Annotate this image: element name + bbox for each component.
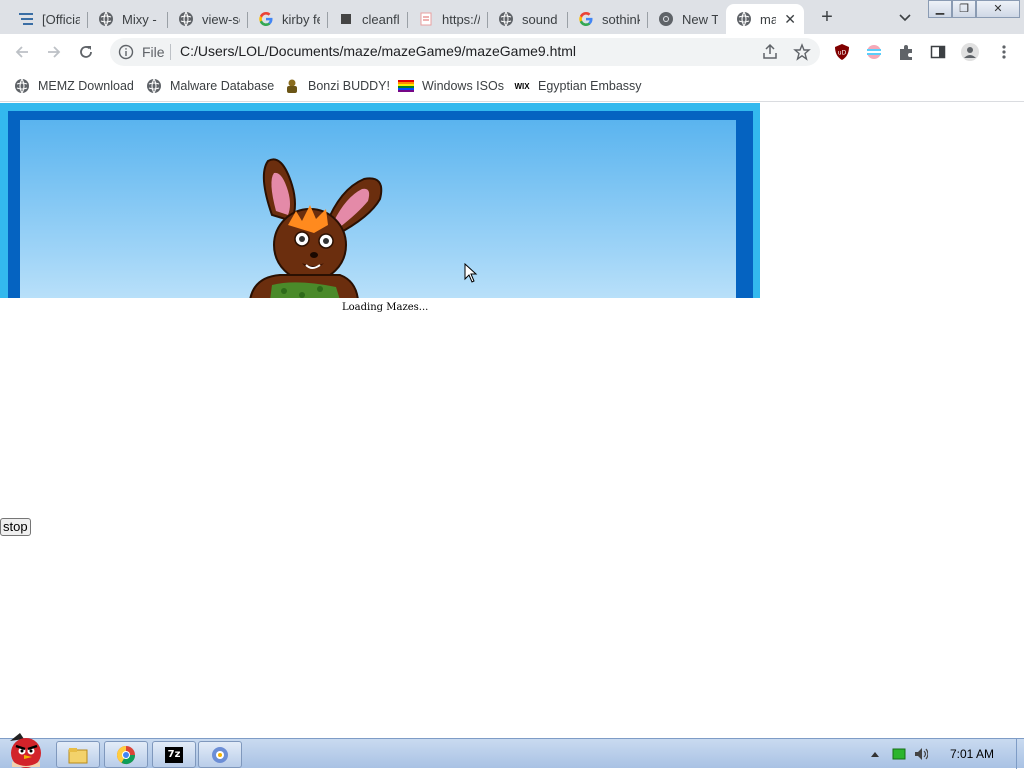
show-desktop-button[interactable] bbox=[1016, 739, 1024, 769]
tab-strip: [Officia Mixy - view-sc kirby fe cleanfl… bbox=[0, 0, 1024, 34]
google-icon bbox=[578, 11, 594, 27]
clock-time[interactable]: 7:01 AM bbox=[950, 747, 994, 761]
bookmark-bonzi-buddy[interactable]: Bonzi BUDDY! bbox=[284, 76, 390, 96]
7zip-icon[interactable]: 7z bbox=[152, 741, 196, 768]
address-separator bbox=[170, 44, 171, 60]
globe-icon bbox=[736, 11, 752, 27]
bookmark-label: Windows ISOs bbox=[422, 79, 504, 93]
ublock-icon[interactable]: uD bbox=[832, 42, 852, 62]
volume-icon[interactable] bbox=[914, 747, 928, 761]
page-content: Loading Mazes... stop bbox=[0, 103, 1024, 738]
side-panel-icon[interactable] bbox=[928, 42, 948, 62]
tab-title: sound bbox=[522, 11, 558, 27]
back-arrow-icon[interactable] bbox=[12, 42, 32, 62]
stop-button[interactable]: stop bbox=[0, 518, 31, 536]
page-icon bbox=[418, 11, 434, 27]
mouse-cursor-icon bbox=[464, 263, 478, 283]
globe-icon bbox=[498, 11, 514, 27]
tab-title: ma bbox=[760, 11, 777, 27]
tab-title: kirby fe bbox=[282, 11, 320, 27]
forward-arrow-icon[interactable] bbox=[44, 42, 64, 62]
close-window-button[interactable]: ✕ bbox=[976, 0, 1020, 18]
windows-flag-icon bbox=[398, 78, 414, 94]
chrome-icon bbox=[658, 11, 674, 27]
bookmark-label: Malware Database bbox=[170, 79, 275, 93]
bookmark-label: Bonzi BUDDY! bbox=[308, 79, 390, 93]
bookmark-windows-isos[interactable]: Windows ISOs bbox=[398, 76, 504, 96]
globe-icon bbox=[98, 11, 114, 27]
bookmark-label: Egyptian Embassy bbox=[538, 79, 642, 93]
list-icon bbox=[18, 11, 34, 27]
tab-sound[interactable]: sound bbox=[488, 4, 568, 34]
share-icon[interactable] bbox=[760, 42, 780, 62]
tab-cleanflash[interactable]: cleanfla bbox=[328, 4, 408, 34]
wix-icon: WIX bbox=[514, 81, 530, 91]
tab-https[interactable]: https:// bbox=[408, 4, 488, 34]
bonzi-icon bbox=[284, 78, 300, 94]
bookmark-egyptian-embassy[interactable]: WIX Egyptian Embassy bbox=[514, 76, 642, 96]
tab-view-source[interactable]: view-sc bbox=[168, 4, 248, 34]
globe-icon bbox=[146, 78, 162, 94]
angry-bird-start-icon[interactable] bbox=[2, 731, 50, 769]
svg-text:uD: uD bbox=[838, 50, 847, 57]
scheme-label: File bbox=[142, 44, 165, 60]
url-text[interactable]: C:/Users/LOL/Documents/maze/mazeGame9/ma… bbox=[180, 43, 576, 59]
tab-kirby[interactable]: kirby fe bbox=[248, 4, 328, 34]
bookmark-label: MEMZ Download bbox=[38, 79, 134, 93]
menu-kebab-icon[interactable] bbox=[994, 42, 1014, 62]
square-icon bbox=[338, 11, 354, 27]
reload-icon[interactable] bbox=[76, 42, 96, 62]
globe-icon bbox=[14, 78, 30, 94]
extension-flag-icon[interactable] bbox=[864, 42, 884, 62]
tab-mixy[interactable]: Mixy - bbox=[88, 4, 168, 34]
minimize-button[interactable]: ▁ bbox=[928, 0, 952, 18]
tab-maze-active[interactable]: ma ✕ bbox=[726, 4, 804, 34]
show-hidden-icons-icon[interactable] bbox=[868, 747, 882, 761]
tab-title: [Officia bbox=[42, 11, 80, 27]
tab-search-chevron-icon[interactable] bbox=[896, 8, 914, 26]
tab-title: cleanfla bbox=[362, 11, 400, 27]
extensions-puzzle-icon[interactable] bbox=[896, 42, 916, 62]
windows-taskbar: 7z 7:01 AM bbox=[0, 733, 1024, 769]
tab-title: view-sc bbox=[202, 11, 240, 27]
battery-icon[interactable] bbox=[892, 747, 906, 761]
tab-title: sothink bbox=[602, 11, 640, 27]
app-icon[interactable] bbox=[198, 741, 242, 768]
loading-status-text: Loading Mazes... bbox=[342, 302, 429, 313]
tab-new-tab[interactable]: New Ta bbox=[648, 4, 726, 34]
google-icon bbox=[258, 11, 274, 27]
bunny-character-image bbox=[249, 158, 383, 298]
profile-avatar-icon[interactable] bbox=[960, 42, 980, 62]
explorer-icon[interactable] bbox=[56, 741, 100, 768]
restore-button[interactable]: ❐ bbox=[952, 0, 976, 18]
bookmark-memz[interactable]: MEMZ Download bbox=[14, 76, 134, 96]
tab-sothink[interactable]: sothink bbox=[568, 4, 648, 34]
tab-officia[interactable]: [Officia bbox=[8, 4, 88, 34]
new-tab-button[interactable]: + bbox=[816, 6, 838, 28]
tab-title: New Ta bbox=[682, 11, 718, 27]
chrome-taskbar-icon[interactable] bbox=[104, 741, 148, 768]
tab-title: Mixy - bbox=[122, 11, 157, 27]
close-tab-icon[interactable]: ✕ bbox=[784, 11, 796, 28]
bookmarks-bar: MEMZ Download Malware Database Bonzi BUD… bbox=[0, 70, 1024, 102]
info-icon[interactable] bbox=[118, 44, 134, 60]
globe-icon bbox=[178, 11, 194, 27]
bookmark-malware-database[interactable]: Malware Database bbox=[146, 76, 274, 96]
tab-title: https:// bbox=[442, 11, 480, 27]
bookmark-star-icon[interactable] bbox=[792, 42, 812, 62]
7zip-label: 7z bbox=[165, 746, 183, 763]
address-bar[interactable]: File C:/Users/LOL/Documents/maze/mazeGam… bbox=[110, 38, 820, 66]
browser-toolbar: File C:/Users/LOL/Documents/maze/mazeGam… bbox=[0, 34, 1024, 70]
maze-game-canvas[interactable] bbox=[0, 103, 760, 298]
